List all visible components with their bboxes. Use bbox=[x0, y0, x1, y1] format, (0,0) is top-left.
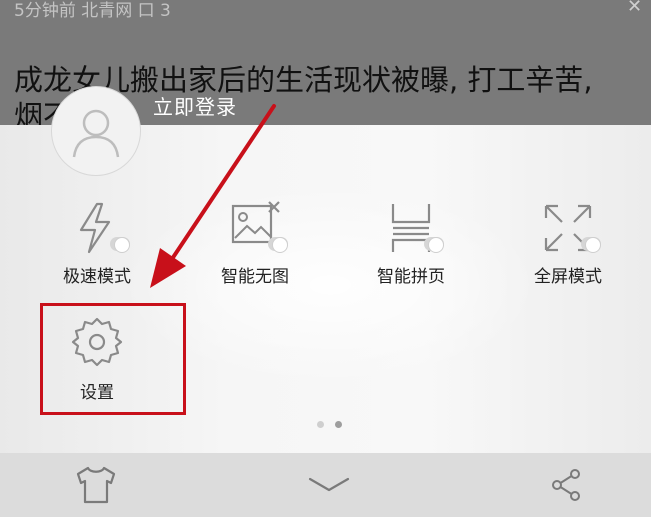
menu-label-no-image: 智能无图 bbox=[221, 267, 289, 287]
speed-mode-toggle[interactable] bbox=[110, 237, 130, 253]
theme-shirt-icon bbox=[76, 466, 116, 504]
login-link[interactable]: 立即登录 bbox=[153, 91, 237, 120]
menu-item-fullscreen[interactable]: 全屏模式 bbox=[503, 200, 633, 300]
settings-highlight-box bbox=[40, 303, 186, 415]
article-meta: 5分钟前 北青网 口 3 bbox=[14, 1, 171, 21]
bottom-bar bbox=[0, 453, 651, 517]
share-icon bbox=[552, 469, 580, 501]
user-silhouette-icon bbox=[72, 109, 120, 158]
collapse-chevron-icon bbox=[308, 477, 350, 492]
page-dot-1[interactable] bbox=[317, 421, 324, 428]
no-image-toggle[interactable] bbox=[268, 237, 288, 253]
menu-item-speed-mode[interactable]: 极速模式 bbox=[32, 200, 162, 300]
menu-label-speed-mode: 极速模式 bbox=[63, 267, 131, 287]
menu-label-page-merge: 智能拼页 bbox=[377, 267, 445, 287]
page-dot-2[interactable] bbox=[335, 421, 342, 428]
avatar[interactable] bbox=[51, 86, 141, 176]
share-button[interactable] bbox=[527, 453, 607, 517]
close-icon[interactable]: ✕ bbox=[627, 0, 642, 17]
collapse-button[interactable] bbox=[289, 453, 369, 517]
page-merge-toggle[interactable] bbox=[424, 237, 444, 253]
fullscreen-toggle[interactable] bbox=[581, 237, 601, 253]
menu-label-fullscreen: 全屏模式 bbox=[534, 267, 602, 287]
theme-button[interactable] bbox=[56, 453, 136, 517]
menu-item-no-image[interactable]: 智能无图 bbox=[190, 200, 320, 300]
menu-item-page-merge[interactable]: 智能拼页 bbox=[346, 200, 476, 300]
